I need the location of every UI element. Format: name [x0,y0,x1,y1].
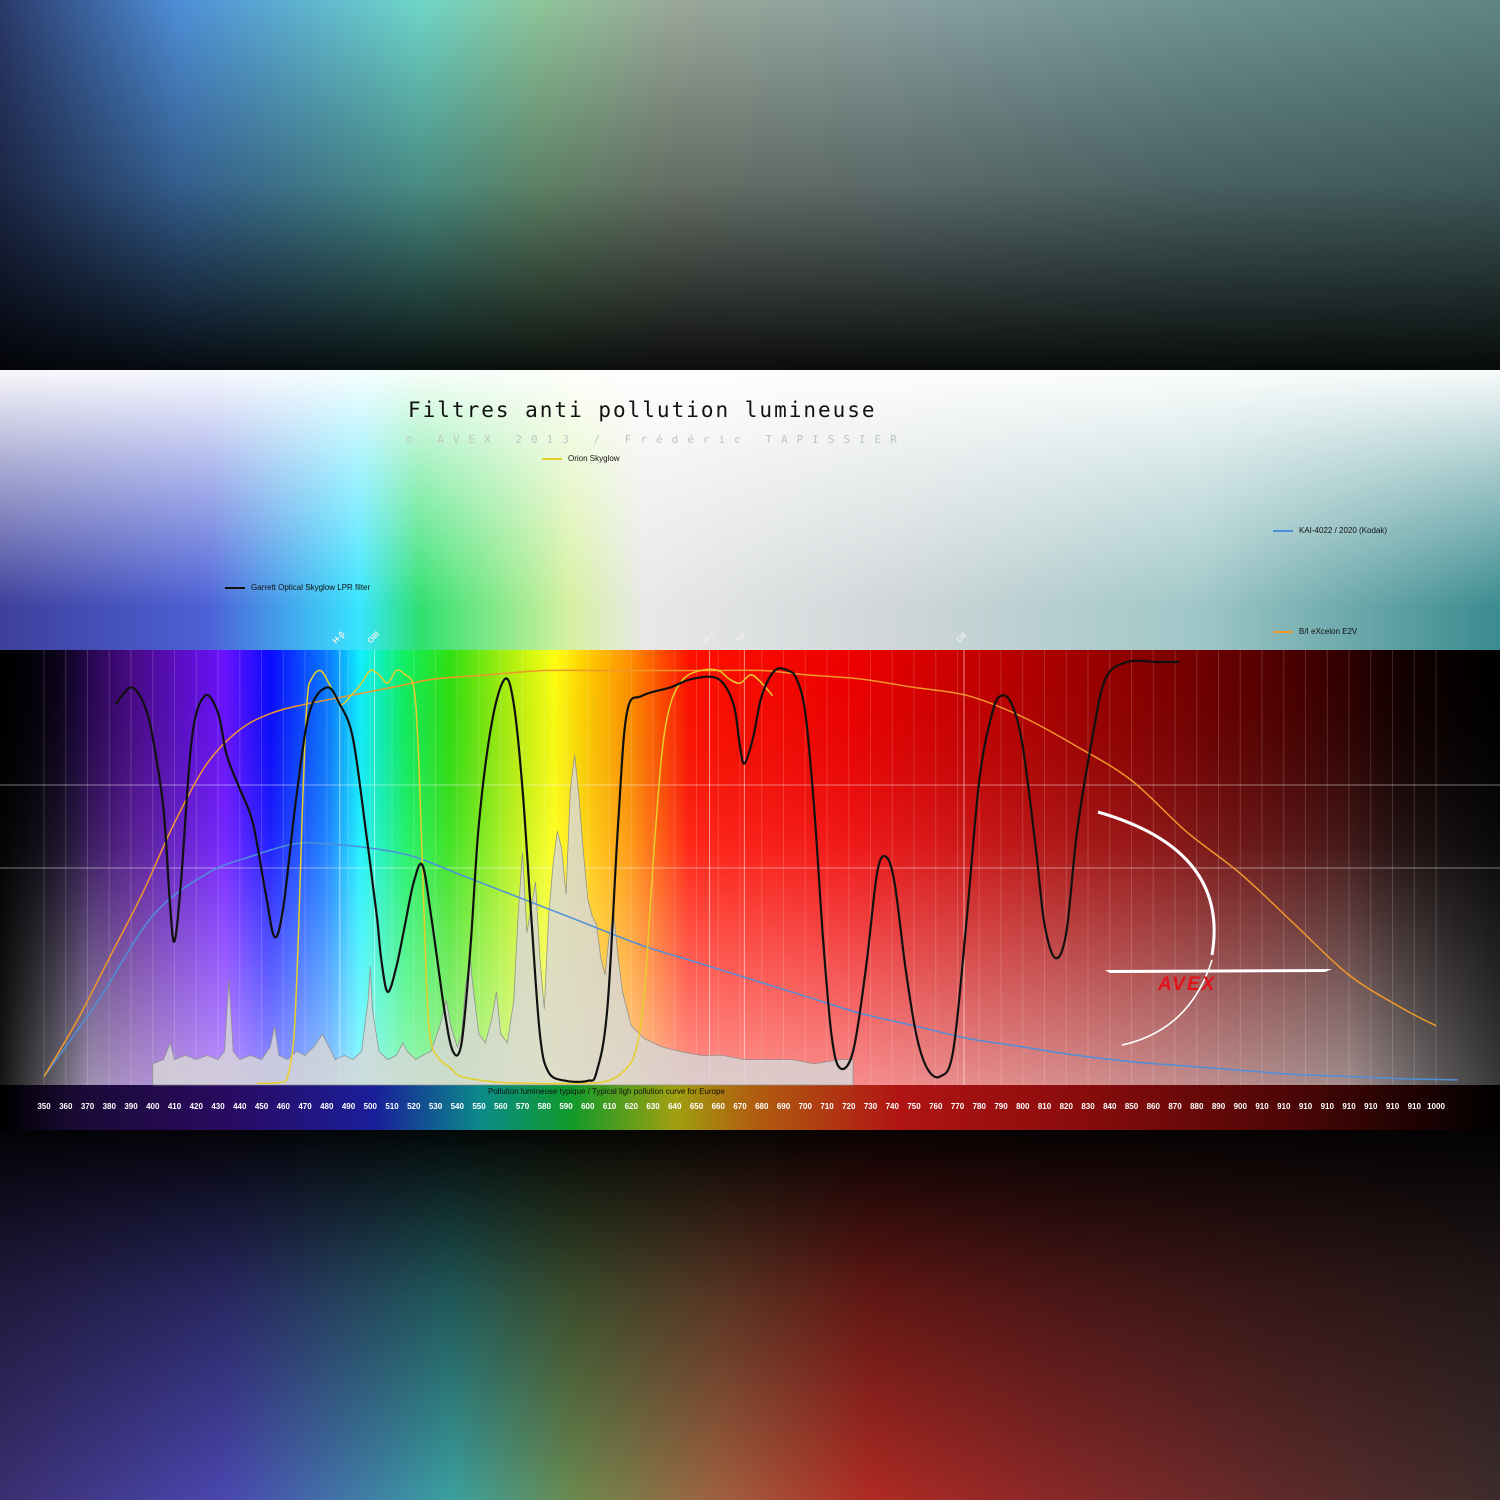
x-tick-label: 650 [689,1102,704,1111]
x-tick-label: 450 [254,1102,269,1111]
x-tick-label: 390 [124,1102,138,1111]
x-tick-label: 900 [1233,1102,1247,1111]
x-tick-label: 710 [820,1102,834,1111]
x-tick-label: 700 [798,1102,812,1111]
x-tick-label: 430 [211,1102,225,1111]
x-tick-label: 840 [1103,1102,1117,1111]
x-tick-label: 760 [929,1102,943,1111]
x-tick-label: 810 [1037,1102,1052,1111]
x-tick-label: 740 [885,1102,899,1111]
x-tick-label: 560 [494,1102,508,1111]
avex-logo-text: AVEX [1158,974,1217,995]
x-tick-label: 1000 [1427,1102,1445,1111]
x-tick-label: 780 [972,1102,986,1111]
x-tick-label: 620 [624,1102,638,1111]
x-tick-label: 850 [1124,1102,1139,1111]
x-tick-label: 350 [37,1102,51,1111]
x-tick-label: 590 [559,1102,573,1111]
x-tick-label: 550 [472,1102,486,1111]
x-tick-label: 910 [1364,1102,1378,1111]
x-tick-label: 440 [233,1102,247,1111]
x-tick-label: 690 [776,1102,791,1111]
x-tick-label: 750 [907,1102,921,1111]
x-tick-label: 830 [1081,1102,1095,1111]
x-tick-label: 520 [407,1102,421,1111]
x-tick-label: 910 [1255,1102,1269,1111]
x-tick-label: 800 [1016,1102,1030,1111]
x-tick-label: 730 [863,1102,878,1111]
x-tick-label: 510 [385,1102,399,1111]
x-tick-label: 370 [80,1102,95,1111]
x-tick-label: 670 [733,1102,747,1111]
x-tick-label: 360 [59,1102,73,1111]
x-tick-label: 610 [602,1102,617,1111]
x-tick-label: 680 [755,1102,769,1111]
x-tick-label: 600 [581,1102,595,1111]
x-tick-label: 580 [537,1102,551,1111]
x-tick-label: 820 [1059,1102,1073,1111]
x-tick-label: 420 [189,1102,203,1111]
x-tick-label: 890 [1211,1102,1226,1111]
x-tick-label: 790 [994,1102,1008,1111]
x-tick-label: 530 [428,1102,443,1111]
x-tick-label: 860 [1146,1102,1160,1111]
x-tick-label: 380 [102,1102,116,1111]
x-axis-caption: Pollution lumineuse typique / Typical li… [488,1087,725,1096]
x-tick-label: 460 [276,1102,290,1111]
x-tick-label: 910 [1320,1102,1334,1111]
x-tick-label: 870 [1168,1102,1182,1111]
spectrum-chart [0,650,1500,1086]
x-tick-label: 410 [167,1102,182,1111]
x-tick-label: 770 [950,1102,965,1111]
x-tick-label: 500 [363,1102,377,1111]
x-tick-label: 480 [320,1102,334,1111]
x-tick-label: 880 [1190,1102,1204,1111]
x-tick-label: 910 [1407,1102,1421,1111]
x-tick-label: 490 [341,1102,356,1111]
x-tick-label: 660 [711,1102,725,1111]
x-tick-label: 910 [1342,1102,1356,1111]
x-tick-label: 570 [515,1102,530,1111]
x-tick-label: 910 [1298,1102,1313,1111]
x-tick-label: 720 [842,1102,856,1111]
x-tick-label: 470 [298,1102,312,1111]
x-tick-label: 910 [1277,1102,1291,1111]
x-tick-label: 540 [450,1102,464,1111]
x-tick-label: 910 [1385,1102,1400,1111]
x-tick-label: 630 [646,1102,660,1111]
x-tick-label: 640 [668,1102,682,1111]
x-tick-label: 400 [146,1102,160,1111]
